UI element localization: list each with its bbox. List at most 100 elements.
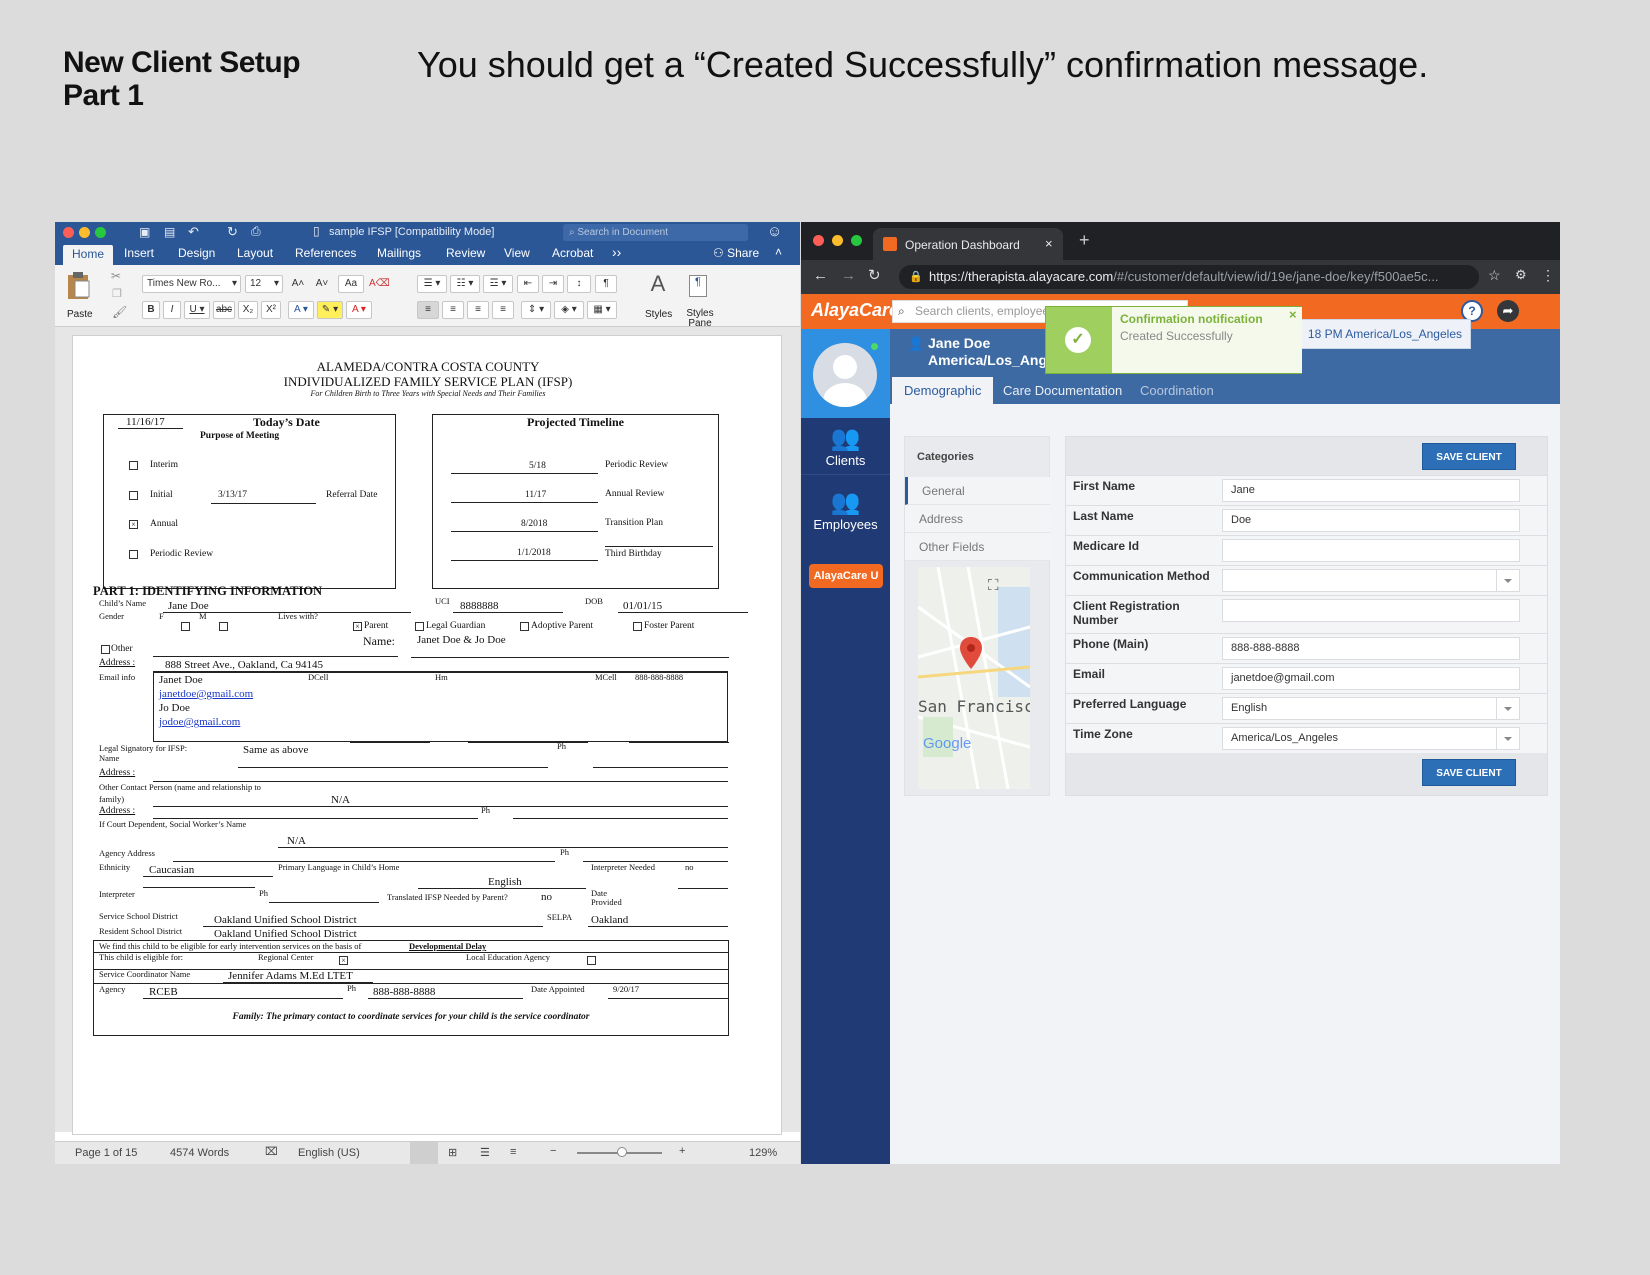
zoom-out-button[interactable]: −: [550, 1145, 556, 1157]
tab-layout[interactable]: Layout: [237, 246, 273, 260]
confirmation-toast[interactable]: ✓ Confirmation notification Created Succ…: [1045, 306, 1302, 374]
undo-icon[interactable]: ↶: [188, 224, 199, 240]
periodic-checkbox[interactable]: [129, 550, 138, 559]
bold-button[interactable]: B: [142, 301, 160, 319]
tab-mailings[interactable]: Mailings: [377, 246, 421, 260]
phone-input[interactable]: 888-888-8888: [1222, 637, 1520, 660]
language-status[interactable]: English (US): [298, 1147, 360, 1159]
tab-coordination[interactable]: Coordination: [1128, 377, 1226, 404]
reload-icon[interactable]: ↻: [868, 266, 881, 284]
search-in-document[interactable]: ⌕ Search in Document: [563, 224, 748, 241]
category-address[interactable]: Address: [905, 505, 1050, 533]
sidebar-toggle-icon[interactable]: ▣: [139, 225, 150, 239]
italic-button[interactable]: I: [163, 301, 181, 319]
save-client-button-bottom[interactable]: SAVE CLIENT: [1422, 759, 1516, 786]
superscript-button[interactable]: X²: [261, 301, 281, 319]
fullscreen-icon[interactable]: ⛶: [988, 577, 999, 594]
browser-tab[interactable]: Operation Dashboard ×: [873, 228, 1063, 260]
font-size-select[interactable]: 12 ▾: [245, 275, 283, 293]
email-link[interactable]: jodoe@gmail.com: [159, 716, 240, 728]
legal-guardian-checkbox[interactable]: [415, 622, 424, 631]
local-ed-checkbox[interactable]: [587, 956, 596, 965]
zoom-in-button[interactable]: +: [679, 1145, 685, 1157]
format-painter-icon[interactable]: 🖌: [112, 305, 127, 319]
bullets-icon[interactable]: ☰ ▾: [417, 275, 447, 293]
tab-review[interactable]: Review: [446, 246, 485, 260]
tab-view[interactable]: View: [504, 246, 530, 260]
tab-insert[interactable]: Insert: [124, 246, 154, 260]
page-count[interactable]: Page 1 of 15: [75, 1147, 137, 1159]
shrink-font-button[interactable]: A˅: [311, 275, 333, 293]
alayacare-logo[interactable]: AlayaCare: [811, 300, 899, 321]
word-count[interactable]: 4574 Words: [170, 1147, 229, 1159]
first-name-input[interactable]: Jane: [1222, 479, 1520, 502]
strikethrough-button[interactable]: abc: [213, 301, 235, 319]
registration-number-input[interactable]: [1222, 599, 1520, 622]
category-general[interactable]: General: [905, 477, 1050, 505]
gender-m-checkbox[interactable]: [219, 622, 228, 631]
close-tab-icon[interactable]: ×: [1045, 236, 1053, 251]
alayacare-u-button[interactable]: AlayaCare U: [809, 564, 883, 588]
draft-icon[interactable]: ≡: [510, 1146, 516, 1158]
address-bar[interactable]: 🔒 https://therapista.alayacare.com/#/cus…: [899, 265, 1479, 289]
document-page[interactable]: ALAMEDA/CONTRA COSTA COUNTY INDIVIDUALIZ…: [72, 335, 782, 1135]
preferred-language-select[interactable]: English: [1222, 697, 1520, 720]
forward-icon[interactable]: →: [841, 267, 856, 284]
regional-center-checkbox[interactable]: ×: [339, 956, 348, 965]
category-other-fields[interactable]: Other Fields: [905, 533, 1050, 561]
share-button[interactable]: ⚇ Share: [713, 246, 759, 260]
copy-icon[interactable]: ❐: [112, 287, 122, 300]
print-layout-icon[interactable]: [410, 1142, 438, 1164]
underline-button[interactable]: U ▾: [184, 301, 210, 319]
text-effects-button[interactable]: A ▾: [288, 301, 314, 319]
shading-icon[interactable]: ◈ ▾: [554, 301, 584, 319]
grow-font-button[interactable]: A˄: [287, 275, 309, 293]
close-window-button[interactable]: [813, 235, 824, 246]
share-arrow-icon[interactable]: ➦: [1497, 300, 1519, 322]
numbering-icon[interactable]: ☷ ▾: [450, 275, 480, 293]
align-left-icon[interactable]: ≡: [417, 301, 439, 319]
zoom-window-button[interactable]: [95, 227, 106, 238]
avatar[interactable]: [813, 343, 877, 407]
gender-f-checkbox[interactable]: [181, 622, 190, 631]
new-tab-icon[interactable]: +: [1079, 230, 1090, 251]
email-link[interactable]: janetdoe@gmail.com: [159, 688, 253, 700]
outline-icon[interactable]: ☰: [480, 1146, 490, 1159]
initial-checkbox[interactable]: [129, 491, 138, 500]
time-zone-select[interactable]: America/Los_Angeles: [1222, 727, 1520, 750]
redo-icon[interactable]: ↻: [227, 224, 238, 240]
menu-kebab-icon[interactable]: ⋮: [1541, 267, 1555, 284]
zoom-level[interactable]: 129%: [749, 1147, 777, 1159]
align-right-icon[interactable]: ≡: [467, 301, 489, 319]
nav-employees[interactable]: 👥 Employees: [801, 489, 890, 532]
adoptive-parent-checkbox[interactable]: [520, 622, 529, 631]
clear-formatting-icon[interactable]: A⌫: [368, 275, 390, 293]
tab-references[interactable]: References: [295, 246, 356, 260]
zoom-window-button[interactable]: [851, 235, 862, 246]
borders-icon[interactable]: ▦ ▾: [587, 301, 617, 319]
web-layout-icon[interactable]: ⊞: [448, 1146, 457, 1159]
save-client-button[interactable]: SAVE CLIENT: [1422, 443, 1516, 470]
save-icon[interactable]: ▤: [164, 225, 175, 239]
highlight-icon[interactable]: ✎ ▾: [317, 301, 343, 319]
show-formatting-icon[interactable]: ¶: [595, 275, 617, 293]
address-map[interactable]: ⛶ San Francisco Google: [918, 567, 1030, 789]
sort-icon[interactable]: ↕: [567, 275, 591, 293]
extension-icon[interactable]: ⚙: [1515, 267, 1527, 283]
subscript-button[interactable]: X₂: [238, 301, 258, 319]
parent-checkbox[interactable]: ×: [353, 622, 362, 631]
align-center-icon[interactable]: ≡: [442, 301, 464, 319]
tab-acrobat[interactable]: Acrobat: [552, 246, 593, 260]
multilevel-list-icon[interactable]: ☲ ▾: [483, 275, 513, 293]
print-icon[interactable]: ⎙: [251, 224, 261, 239]
medicare-id-input[interactable]: [1222, 539, 1520, 562]
back-icon[interactable]: ←: [813, 267, 828, 284]
justify-icon[interactable]: ≡: [492, 301, 514, 319]
decrease-indent-icon[interactable]: ⇤: [517, 275, 539, 293]
last-name-input[interactable]: Doe: [1222, 509, 1520, 532]
font-name-select[interactable]: Times New Ro... ▾: [142, 275, 241, 293]
minimize-window-button[interactable]: [832, 235, 843, 246]
communication-method-select[interactable]: [1222, 569, 1520, 592]
more-tabs-chevron-icon[interactable]: ››: [612, 244, 621, 260]
tab-care-documentation[interactable]: Care Documentation: [991, 377, 1134, 404]
